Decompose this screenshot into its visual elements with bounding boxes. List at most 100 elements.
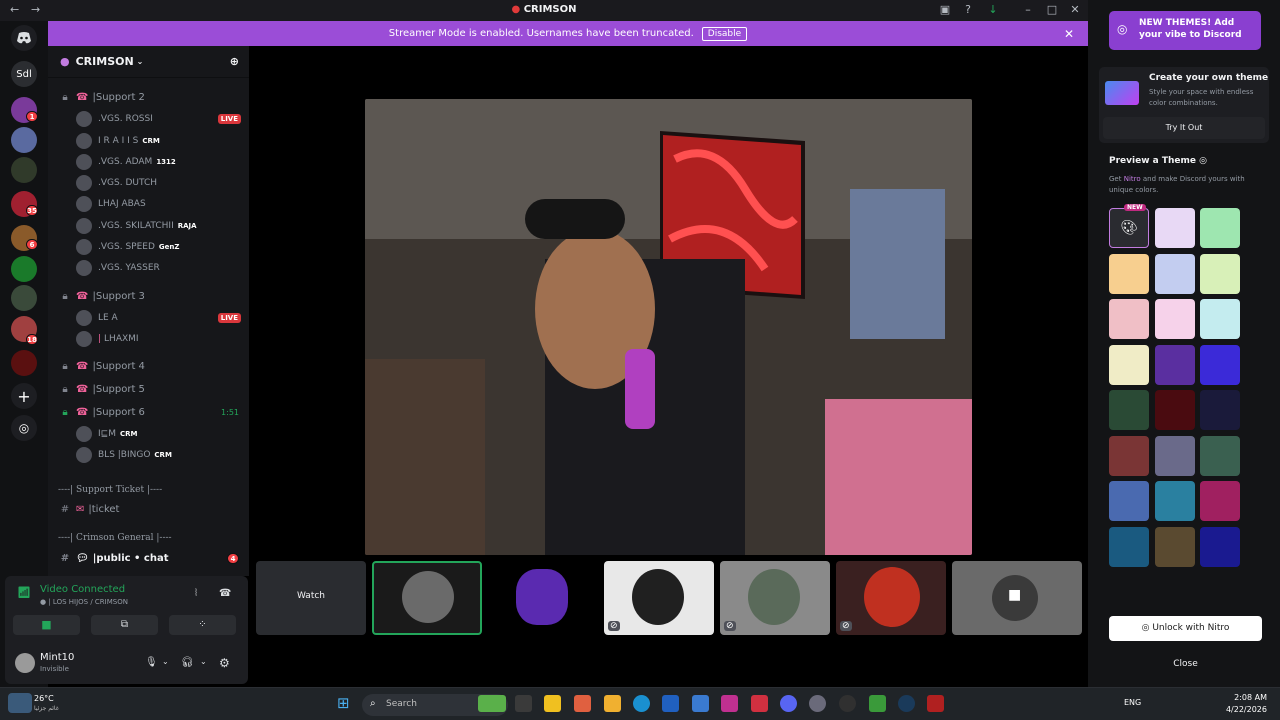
app-icon[interactable] [869, 695, 886, 712]
theme-swatch[interactable] [1154, 481, 1195, 521]
app-icon[interactable] [927, 695, 944, 712]
close-button[interactable]: Close [1109, 653, 1262, 675]
text-channel-ticket[interactable]: # ✉ | ticket [48, 499, 249, 519]
weather-temp[interactable]: 26°C [34, 694, 54, 703]
microphone-icon[interactable]: 🎙︎ [145, 657, 158, 668]
discord-home-icon[interactable] [11, 25, 37, 51]
game-app-icon[interactable] [478, 695, 506, 712]
server-icon[interactable] [11, 127, 37, 153]
discover-icon[interactable]: ◎ [11, 415, 37, 441]
theme-swatch[interactable] [1154, 526, 1195, 567]
stream-tile-watch[interactable]: Watch [256, 561, 366, 635]
server-icon[interactable] [11, 350, 37, 376]
theme-swatch[interactable] [1200, 435, 1240, 476]
app-icon[interactable] [751, 695, 768, 712]
voice-channel-support-2[interactable]: 🔒︎ ☎ | Support 2 [48, 87, 249, 107]
theme-swatch[interactable] [1200, 344, 1240, 385]
add-member-icon[interactable]: ⊕ [230, 55, 239, 68]
avatar[interactable] [15, 653, 35, 673]
theme-swatch[interactable] [1200, 390, 1240, 430]
theme-swatch[interactable] [1109, 526, 1149, 567]
participant-tile[interactable]: ⊘ [604, 561, 714, 635]
voice-channel-support-3[interactable]: 🔒︎ ☎ | Support 3 [48, 286, 249, 306]
voice-user[interactable]: BLS | BINGO CRM [76, 445, 241, 465]
voice-user[interactable]: LHAJ ABAS [76, 194, 241, 214]
theme-swatch[interactable] [1109, 253, 1149, 294]
voice-user[interactable]: .VGS. YASSER [76, 258, 241, 278]
voice-channel-support-5[interactable]: 🔒︎ ☎ | Support 5 [48, 379, 249, 399]
theme-swatch[interactable] [1109, 344, 1149, 385]
text-channel-public-chat[interactable]: # 💬︎ | public • chat 4 [48, 548, 249, 568]
theme-swatch[interactable] [1109, 481, 1149, 521]
chevron-down-icon[interactable]: ⌄ [162, 657, 169, 666]
theme-swatch[interactable] [1200, 299, 1240, 339]
chevron-down-icon[interactable]: ⌄ [200, 657, 207, 666]
voice-user[interactable]: .VGS. ROSSI LIVE [76, 109, 241, 129]
copilot-icon[interactable] [574, 695, 591, 712]
task-view-icon[interactable] [515, 695, 532, 712]
voice-user[interactable]: .VGS. ADAM 1312 [76, 152, 241, 172]
weather-icon[interactable] [8, 693, 32, 713]
clock-date[interactable]: 4/22/2026 [1205, 705, 1267, 714]
settings-gear-icon[interactable]: ⚙ [219, 656, 230, 670]
maximize-icon[interactable]: □ [1046, 4, 1058, 16]
minimize-icon[interactable]: – [1022, 4, 1034, 16]
disable-button[interactable]: Disable [701, 26, 748, 41]
steam-icon[interactable] [898, 695, 915, 712]
voice-user[interactable]: I⊑ M CRM [76, 424, 241, 444]
theme-swatch[interactable] [1200, 481, 1240, 521]
server-header[interactable]: ● CRIMSON ⌄ ⊕ [48, 46, 249, 78]
discord-taskbar-icon[interactable] [780, 695, 797, 712]
headphones-icon[interactable]: 🎧︎ [181, 657, 194, 668]
activities-button[interactable]: ⁘ [169, 615, 236, 635]
voice-channel-support-4[interactable]: 🔒︎ ☎ | Support 4 [48, 356, 249, 376]
camera-button[interactable]: ■ [13, 615, 80, 635]
participant-tile[interactable] [372, 561, 482, 635]
voice-user[interactable]: .VGS. SPEED GenZ [76, 237, 241, 257]
focused-video-stream[interactable] [365, 99, 972, 555]
store-icon[interactable] [662, 695, 679, 712]
app-icon[interactable] [839, 695, 856, 712]
theme-swatch[interactable] [1154, 344, 1195, 385]
app-icon[interactable] [544, 695, 561, 712]
theme-swatch[interactable] [1200, 208, 1240, 248]
unlock-nitro-button[interactable]: ◎ Unlock with Nitro [1109, 616, 1262, 641]
add-server-icon[interactable]: + [11, 383, 37, 409]
server-icon[interactable] [11, 157, 37, 183]
new-themes-promo[interactable]: ◎ NEW THEMES! Add your vibe to Discord [1109, 11, 1261, 50]
windows-start-icon[interactable]: ⊞ [337, 695, 354, 712]
file-explorer-icon[interactable] [604, 695, 621, 712]
download-icon[interactable]: ↓ [987, 4, 999, 16]
voice-channel-support-6[interactable]: 🔒︎ ☎ | Support 6 1:51 [48, 402, 249, 422]
theme-swatch[interactable] [1154, 253, 1195, 294]
theme-swatch[interactable] [1154, 390, 1195, 430]
voice-location[interactable]: ● | LOS HIJOS / CRIMSON [40, 598, 128, 606]
voice-user[interactable]: | LHAXMI [76, 329, 241, 349]
close-banner-icon[interactable]: ✕ [1064, 27, 1074, 41]
help-icon[interactable]: ? [962, 4, 974, 16]
custom-theme-swatch[interactable]: 🎨︎ [1109, 208, 1149, 248]
server-sdl[interactable]: Sdl [11, 61, 37, 87]
server-icon[interactable] [11, 285, 37, 311]
try-it-out-button[interactable]: Try It Out [1103, 117, 1265, 139]
voice-status[interactable]: Video Connected [40, 584, 125, 595]
voice-user[interactable]: .VGS. DUTCH [76, 173, 241, 193]
instagram-icon[interactable] [721, 695, 738, 712]
theme-swatch[interactable] [1154, 435, 1195, 476]
signal-icon[interactable]: 📶︎ [17, 586, 31, 599]
theme-swatch[interactable] [1154, 208, 1195, 248]
category-crimson-general[interactable]: ----| Crimson General |---- [58, 533, 172, 543]
voice-user[interactable]: LE A LIVE [76, 308, 241, 328]
disconnect-icon[interactable]: ☎ [219, 588, 231, 599]
participant-tile[interactable]: ⊘ [836, 561, 946, 635]
inbox-icon[interactable]: ▣ [939, 4, 951, 16]
language-indicator[interactable]: ENG [1124, 698, 1141, 707]
voice-user[interactable]: I R A I I S CRM [76, 131, 241, 151]
participant-tile[interactable]: ■ [952, 561, 1082, 635]
theme-swatch[interactable] [1200, 253, 1240, 294]
theme-swatch[interactable] [1109, 435, 1149, 476]
edge-icon[interactable] [633, 695, 650, 712]
screen-share-button[interactable]: ⧉ [91, 615, 158, 635]
theme-swatch[interactable] [1109, 299, 1149, 339]
server-icon[interactable] [11, 256, 37, 282]
